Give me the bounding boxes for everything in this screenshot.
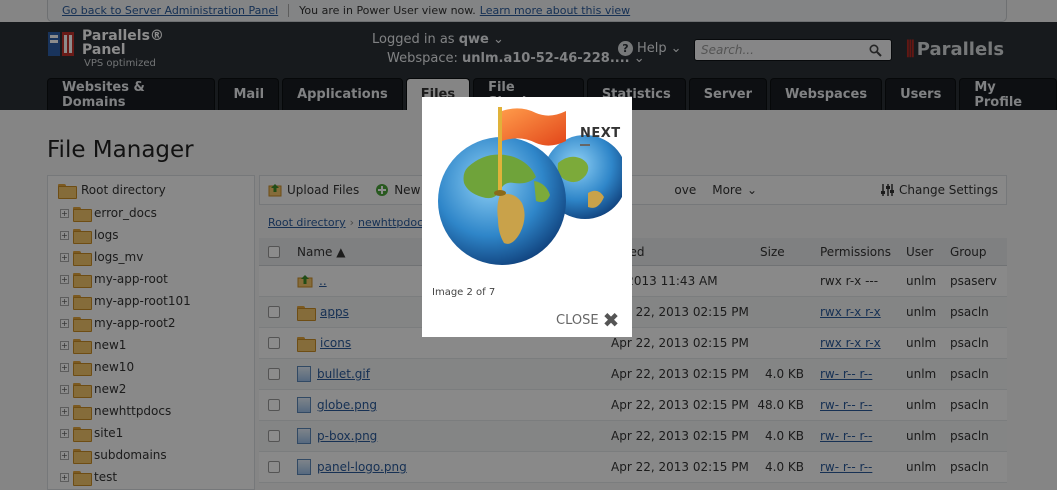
next-button[interactable]: NEXT bbox=[580, 126, 621, 146]
close-label: CLOSE bbox=[556, 312, 599, 328]
close-button[interactable]: CLOSE ✖ bbox=[556, 308, 620, 332]
image-caption: Image 2 of 7 bbox=[432, 287, 496, 298]
close-icon: ✖ bbox=[602, 308, 620, 332]
image-lightbox: NEXT Image 2 of 7 CLOSE ✖ bbox=[422, 97, 632, 337]
